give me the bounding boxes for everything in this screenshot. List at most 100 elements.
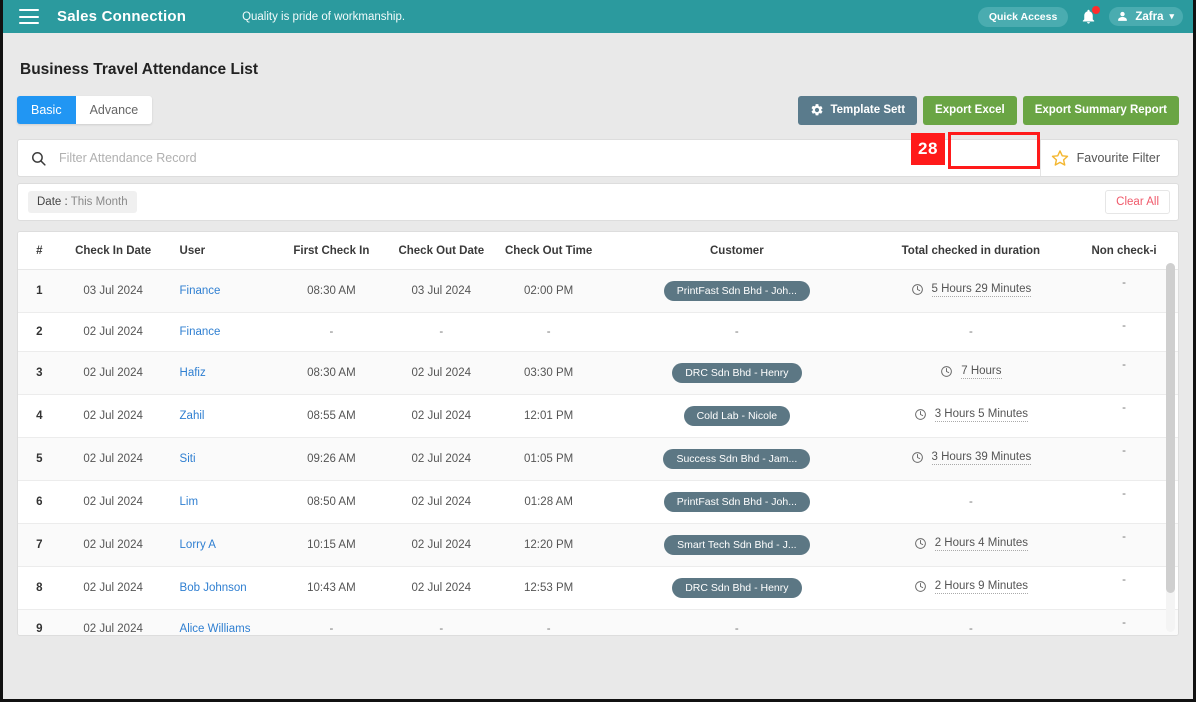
- row-user-cell[interactable]: Lim: [165, 480, 276, 524]
- row-non-check-in-cell: -: [1070, 351, 1178, 395]
- user-link[interactable]: Finance: [180, 326, 221, 338]
- row-user-cell[interactable]: Bob Johnson: [165, 566, 276, 610]
- customer-badge[interactable]: Cold Lab - Nicole: [683, 406, 791, 426]
- user-menu[interactable]: Zafra ▾: [1109, 7, 1183, 26]
- top-navbar: Sales Connection Quality is pride of wor…: [3, 0, 1193, 33]
- attendance-table-scroll: # Check In Date User First Check In Chec…: [18, 232, 1178, 635]
- table-vertical-scrollbar[interactable]: [1166, 263, 1175, 632]
- clock-icon: [914, 538, 926, 550]
- table-row[interactable]: 3 02 Jul 2024 Hafiz 08:30 AM 02 Jul 2024 03:3…: [18, 351, 1178, 395]
- duration-value: 3 Hours 39 Minutes: [911, 451, 1032, 465]
- user-link[interactable]: Zahil: [180, 410, 205, 422]
- row-first-check-in-cell: 08:50 AM: [275, 480, 388, 524]
- hamburger-icon[interactable]: [19, 9, 39, 24]
- duration-text: 7 Hours: [961, 364, 1002, 379]
- col-check-out-time[interactable]: Check Out Time: [495, 232, 603, 270]
- clear-all-button[interactable]: Clear All: [1105, 190, 1170, 214]
- user-link[interactable]: Siti: [180, 453, 196, 465]
- empty-value: -: [1122, 488, 1126, 500]
- empty-value: -: [734, 623, 739, 635]
- favourite-filter-button[interactable]: Favourite Filter: [1041, 140, 1172, 176]
- table-row[interactable]: 5 02 Jul 2024 Siti 09:26 AM 02 Jul 2024 01:05…: [18, 437, 1178, 481]
- export-excel-button[interactable]: Export Excel: [923, 95, 1017, 125]
- col-total-duration[interactable]: Total checked in duration: [871, 232, 1071, 270]
- user-link[interactable]: Alice Williams: [180, 623, 251, 635]
- row-check-out-time-cell: 12:01 PM: [495, 394, 603, 438]
- user-avatar-icon: [1118, 11, 1128, 21]
- row-non-check-in-cell: -: [1070, 312, 1178, 352]
- empty-value: -: [1122, 574, 1126, 586]
- tab-advance[interactable]: Advance: [75, 96, 153, 124]
- row-check-out-time-cell: 01:28 AM: [495, 480, 603, 524]
- toolbar: Basic Advance Template Sett Export Excel…: [17, 95, 1179, 125]
- user-link[interactable]: Finance: [180, 285, 221, 297]
- empty-value: -: [439, 326, 444, 338]
- notification-bell-icon[interactable]: [1080, 5, 1101, 27]
- user-name-label: Zafra: [1135, 10, 1164, 23]
- row-customer-cell: PrintFast Sdn Bhd - Joh...: [602, 480, 872, 524]
- col-index[interactable]: #: [18, 232, 61, 270]
- tab-basic[interactable]: Basic: [17, 96, 76, 124]
- user-link[interactable]: Lim: [180, 496, 199, 508]
- customer-badge[interactable]: Success Sdn Bhd - Jam...: [663, 449, 811, 469]
- empty-value: -: [546, 623, 551, 635]
- user-link[interactable]: Hafiz: [180, 367, 206, 379]
- table-scrollbar-thumb[interactable]: [1166, 263, 1175, 593]
- row-user-cell[interactable]: Lorry A: [165, 523, 276, 567]
- row-user-cell[interactable]: Alice Williams: [165, 609, 276, 635]
- table-row[interactable]: 7 02 Jul 2024 Lorry A 10:15 AM 02 Jul 2024 12…: [18, 523, 1178, 567]
- row-user-cell[interactable]: Hafiz: [165, 351, 276, 395]
- search-input[interactable]: [59, 151, 1040, 165]
- filter-chip-date[interactable]: Date : This Month: [28, 191, 137, 213]
- customer-badge[interactable]: DRC Sdn Bhd - Henry: [672, 363, 802, 383]
- row-customer-cell: Smart Tech Sdn Bhd - J...: [602, 523, 872, 567]
- favourite-filter-label: Favourite Filter: [1076, 151, 1160, 165]
- col-user[interactable]: User: [165, 232, 276, 270]
- col-first-check-in[interactable]: First Check In: [275, 232, 388, 270]
- user-link[interactable]: Bob Johnson: [180, 582, 247, 594]
- customer-badge[interactable]: DRC Sdn Bhd - Henry: [672, 578, 802, 598]
- col-customer[interactable]: Customer: [602, 232, 872, 270]
- row-user-cell[interactable]: Zahil: [165, 394, 276, 438]
- customer-badge[interactable]: Smart Tech Sdn Bhd - J...: [664, 535, 810, 555]
- page-content: Business Travel Attendance List Basic Ad…: [3, 33, 1193, 636]
- table-row[interactable]: 6 02 Jul 2024 Lim 08:50 AM 02 Jul 2024 01:28 …: [18, 480, 1178, 524]
- user-link[interactable]: Lorry A: [180, 539, 216, 551]
- customer-badge[interactable]: PrintFast Sdn Bhd - Joh...: [663, 492, 810, 512]
- table-row[interactable]: 9 02 Jul 2024 Alice Williams - - - - - -: [18, 609, 1178, 635]
- row-user-cell[interactable]: Finance: [165, 312, 276, 352]
- row-non-check-in-cell: -: [1070, 437, 1178, 481]
- table-row[interactable]: 1 03 Jul 2024 Finance 08:30 AM 03 Jul 2024 02…: [18, 269, 1178, 313]
- app-tagline: Quality is pride of workmanship.: [242, 10, 406, 23]
- row-check-in-date-cell: 03 Jul 2024: [60, 269, 166, 313]
- row-check-out-time-cell: -: [495, 609, 603, 635]
- empty-value: -: [546, 326, 551, 338]
- empty-value: -: [1122, 445, 1126, 457]
- export-summary-report-button[interactable]: Export Summary Report: [1022, 95, 1179, 125]
- col-non-check-in[interactable]: Non check-i: [1070, 232, 1178, 270]
- col-check-out-date[interactable]: Check Out Date: [387, 232, 496, 270]
- table-body: 1 03 Jul 2024 Finance 08:30 AM 03 Jul 2024 02…: [18, 269, 1178, 635]
- row-first-check-in-cell: -: [275, 312, 388, 352]
- row-index-cell: 2: [18, 312, 61, 352]
- table-row[interactable]: 4 02 Jul 2024 Zahil 08:55 AM 02 Jul 2024 12:0…: [18, 394, 1178, 438]
- applied-filters-bar: Date : This Month Clear All: [17, 183, 1179, 221]
- row-duration-cell: 3 Hours 5 Minutes: [871, 394, 1071, 438]
- row-duration-cell: 7 Hours: [871, 351, 1071, 395]
- table-row[interactable]: 8 02 Jul 2024 Bob Johnson 10:43 AM 02 Jul 20…: [18, 566, 1178, 610]
- row-user-cell[interactable]: Finance: [165, 269, 276, 313]
- duration-text: 3 Hours 39 Minutes: [931, 450, 1032, 465]
- notification-dot: [1092, 5, 1101, 14]
- table-row[interactable]: 2 02 Jul 2024 Finance - - - - - -: [18, 312, 1178, 352]
- duration-value: 7 Hours: [940, 364, 1002, 379]
- col-check-in-date[interactable]: Check In Date: [60, 232, 166, 270]
- row-check-out-date-cell: 02 Jul 2024: [387, 523, 496, 567]
- row-non-check-in-cell: -: [1070, 394, 1178, 438]
- row-user-cell[interactable]: Siti: [165, 437, 276, 481]
- template-settings-button[interactable]: Template Sett: [798, 95, 918, 125]
- row-duration-cell: -: [871, 480, 1071, 524]
- row-first-check-in-cell: 08:30 AM: [275, 269, 388, 313]
- quick-access-button[interactable]: Quick Access: [977, 6, 1069, 27]
- customer-badge[interactable]: PrintFast Sdn Bhd - Joh...: [663, 281, 810, 301]
- row-customer-cell: Cold Lab - Nicole: [602, 394, 872, 438]
